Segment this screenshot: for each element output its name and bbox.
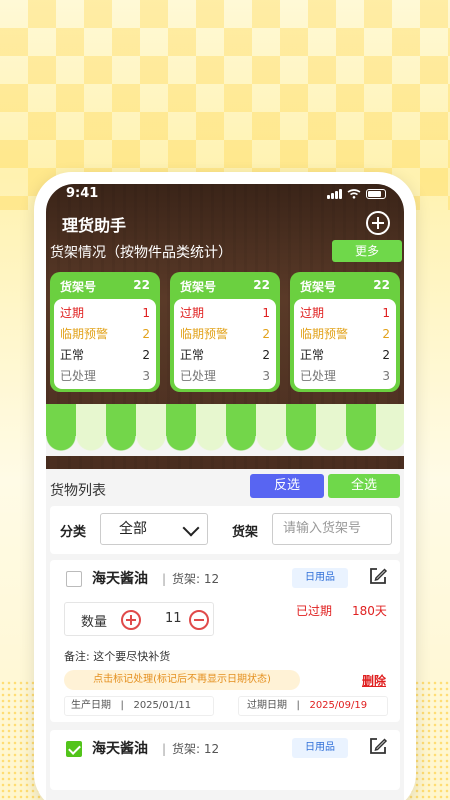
shelf-cards: 货架号 22 过期 1 临期预警 2 正常 2 已处理 3 货架号 22 过期 … — [50, 272, 402, 392]
shelf-card-body: 过期 1 临期预警 2 正常 2 已处理 3 — [54, 299, 156, 389]
battery-icon — [366, 189, 386, 199]
item-name: 海天酱油 — [92, 741, 148, 757]
stat-expired: 过期 1 — [300, 306, 390, 320]
item-note: 备注: 这个要尽快补货 — [64, 650, 171, 663]
category-value: 全部 — [119, 521, 147, 537]
stat-expired: 过期 1 — [180, 306, 270, 320]
shelf-card-body: 过期 1 临期预警 2 正常 2 已处理 3 — [174, 299, 276, 389]
status-icons — [327, 189, 386, 199]
stat-warning: 临期预警 2 — [60, 327, 150, 341]
invert-selection-button[interactable]: 反选 — [250, 474, 324, 498]
awning-scallop — [46, 436, 404, 456]
plus-icon[interactable] — [121, 610, 141, 630]
item-checkbox[interactable] — [66, 571, 82, 587]
summary-title: 货架情况（按物件品类统计） — [50, 245, 232, 261]
shelf-input[interactable]: 请输入货架号 — [272, 513, 392, 545]
status-bar: 9:41 — [66, 186, 386, 206]
expiry-status: 已过期 — [296, 604, 333, 618]
wifi-icon — [347, 189, 361, 199]
phone-frame: 9:41 理货助手 货架情况（按物件品类统计） 更多 货架号 22 过期 1 临… — [34, 172, 416, 800]
stat-normal: 正常 2 — [180, 348, 270, 362]
item-card: 海天酱油 | 货架: 12 日用品 — [50, 730, 400, 790]
stat-expired: 过期 1 — [60, 306, 150, 320]
quantity-label: 数量 — [81, 615, 108, 630]
stat-normal: 正常 2 — [60, 348, 150, 362]
more-button[interactable]: 更多 — [332, 240, 402, 262]
stat-processed: 已处理 3 — [60, 369, 150, 383]
shelf-filter-label: 货架 — [232, 525, 259, 540]
stat-processed: 已处理 3 — [300, 369, 390, 383]
shelf-label: 货架号 — [180, 280, 217, 294]
stat-processed: 已处理 3 — [180, 369, 270, 383]
chevron-down-icon — [182, 519, 200, 537]
status-time: 9:41 — [66, 186, 99, 201]
shelf-label: 货架号 — [60, 280, 97, 294]
production-date: 生产日期 | 2025/01/11 — [64, 696, 214, 716]
item-shelf: | 货架: 12 — [162, 572, 220, 586]
category-select[interactable]: 全部 — [100, 513, 208, 545]
add-icon[interactable] — [366, 211, 390, 235]
shelf-card-body: 过期 1 临期预警 2 正常 2 已处理 3 — [294, 299, 396, 389]
expiry-date: 过期日期 | 2025/09/19 — [238, 696, 388, 716]
expiry-days: 180天 — [352, 604, 387, 618]
list-title: 货物列表 — [50, 483, 106, 499]
app-title: 理货助手 — [62, 216, 127, 235]
app-screen: 9:41 理货助手 货架情况（按物件品类统计） 更多 货架号 22 过期 1 临… — [46, 184, 404, 800]
shelf-card-header: 货架号 22 — [294, 276, 396, 299]
item-shelf: | 货架: 12 — [162, 742, 220, 756]
stat-normal: 正常 2 — [300, 348, 390, 362]
select-all-button[interactable]: 全选 — [328, 474, 400, 498]
edit-icon[interactable] — [368, 566, 388, 586]
mark-processed-button[interactable]: 点击标记处理(标记后不再显示日期状态) — [64, 670, 300, 690]
item-checkbox[interactable] — [66, 741, 82, 757]
item-card: 海天酱油 | 货架: 12 日用品 数量 11 已过期 180天 备注: 这个要尽… — [50, 560, 400, 722]
minus-icon[interactable] — [189, 610, 209, 630]
shelf-count: 22 — [133, 278, 150, 292]
shelf-count: 22 — [253, 278, 270, 292]
category-tag: 日用品 — [292, 568, 348, 588]
stat-warning: 临期预警 2 — [300, 327, 390, 341]
shelf-label: 货架号 — [300, 280, 337, 294]
stat-warning: 临期预警 2 — [180, 327, 270, 341]
filter-bar: 分类 全部 货架 请输入货架号 — [50, 506, 400, 554]
shelf-card-header: 货架号 22 — [54, 276, 156, 299]
item-name: 海天酱油 — [92, 571, 148, 587]
quantity-value: 11 — [165, 611, 182, 626]
shelf-card-header: 货架号 22 — [174, 276, 276, 299]
signal-icon — [327, 189, 342, 199]
delete-button[interactable]: 删除 — [362, 672, 386, 689]
quantity-stepper: 数量 11 — [64, 602, 214, 636]
shelf-count: 22 — [373, 278, 390, 292]
shelf-card[interactable]: 货架号 22 过期 1 临期预警 2 正常 2 已处理 3 — [290, 272, 400, 392]
edit-icon[interactable] — [368, 736, 388, 756]
shelf-card[interactable]: 货架号 22 过期 1 临期预警 2 正常 2 已处理 3 — [170, 272, 280, 392]
shelf-card[interactable]: 货架号 22 过期 1 临期预警 2 正常 2 已处理 3 — [50, 272, 160, 392]
category-tag: 日用品 — [292, 738, 348, 758]
category-label: 分类 — [60, 525, 87, 540]
